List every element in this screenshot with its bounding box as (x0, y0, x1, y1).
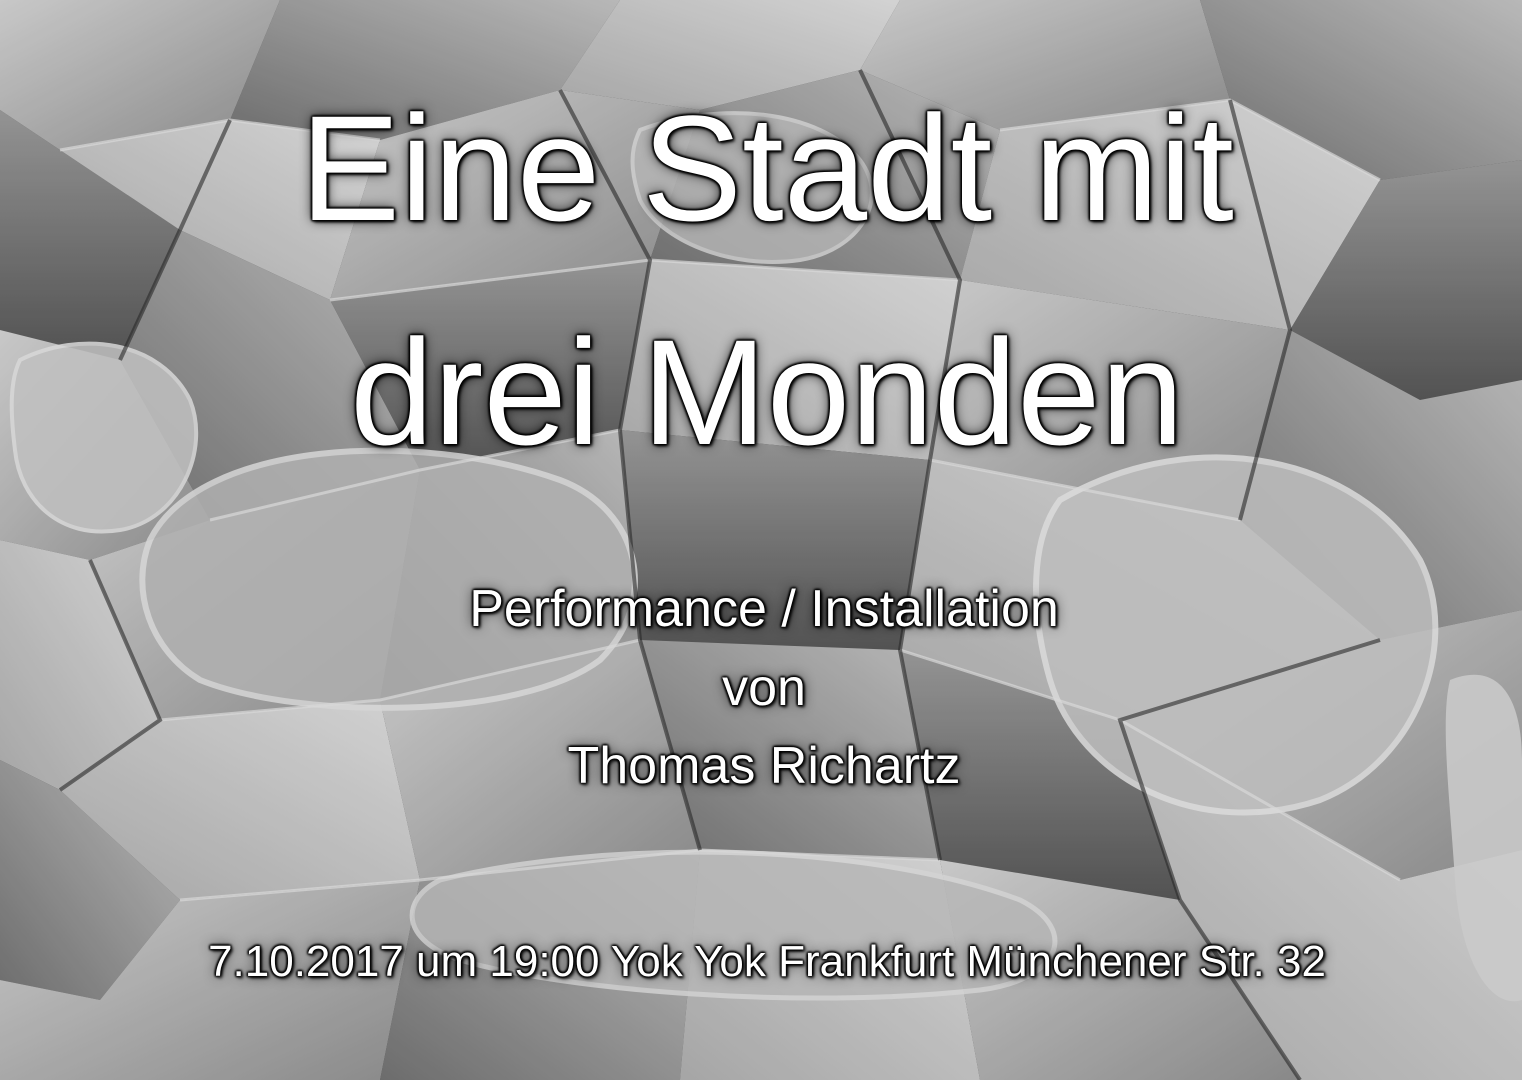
event-date-location: 7.10.2017 um 19:00 Yok Yok Frankfurt Mün… (208, 937, 1326, 986)
artist-name: Thomas Richartz (567, 737, 961, 795)
subtitle-by: von (722, 659, 806, 717)
subtitle-genre: Performance / Installation (469, 580, 1059, 638)
event-poster: Eine Stadt mit drei Monden Performance /… (0, 0, 1522, 1080)
title-line-1: Eine Stadt mit (300, 84, 1234, 252)
title-line-2: drei Monden (350, 308, 1184, 476)
